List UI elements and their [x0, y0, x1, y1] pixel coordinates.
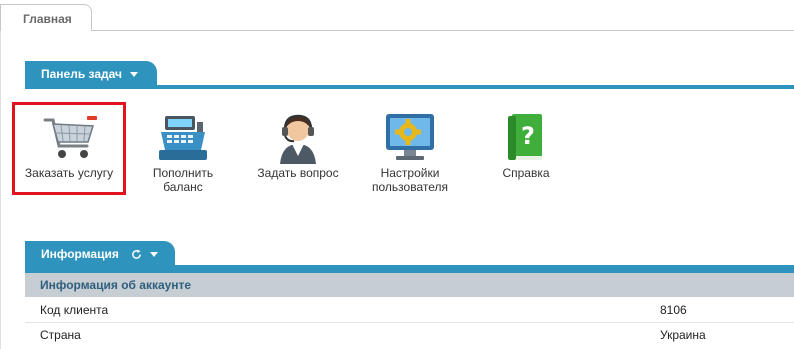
task-label: Настройки: [380, 166, 440, 180]
info-panel-title: Информация: [41, 247, 119, 261]
page-left-border: [0, 30, 1, 349]
table-row: Страна Украина: [25, 323, 794, 347]
row-value: 8106: [660, 303, 687, 317]
chevron-down-icon[interactable]: [149, 252, 158, 258]
task-panel-header[interactable]: Панель задач: [25, 61, 157, 87]
info-panel-rule: [25, 265, 794, 273]
row-key: Страна: [40, 328, 81, 342]
settings-monitor-icon: [386, 114, 434, 160]
row-key: Код клиента: [40, 303, 109, 317]
svg-text:?: ?: [521, 122, 535, 150]
task-panel-rule: [25, 85, 794, 89]
task-panel-title: Панель задач: [41, 67, 122, 81]
help-book-icon: ?: [508, 114, 542, 160]
row-value: Украина: [660, 328, 706, 342]
ask-question-button[interactable]: Задать вопрос: [250, 110, 346, 180]
tab-main[interactable]: Главная: [0, 4, 92, 31]
chevron-down-icon[interactable]: [130, 72, 138, 78]
tab-main-label: Главная: [23, 12, 72, 26]
help-button[interactable]: ? Справка: [486, 110, 566, 180]
top-up-balance-button[interactable]: Пополнить баланс: [140, 110, 226, 194]
task-label: Пополнить: [152, 166, 214, 180]
tab-bar-line: [91, 30, 794, 31]
refresh-icon[interactable]: [131, 249, 142, 260]
cash-register-icon: [159, 116, 207, 160]
task-label: баланс: [163, 180, 203, 194]
support-operator-icon: [280, 114, 316, 164]
task-label: Задать вопрос: [257, 166, 339, 180]
selection-highlight: [12, 102, 126, 195]
info-panel-header[interactable]: Информация: [25, 241, 175, 267]
task-label: Справка: [502, 166, 550, 180]
user-settings-button[interactable]: Настройки пользователя: [362, 110, 458, 194]
account-info-header: Информация об аккаунте: [25, 273, 794, 297]
table-row: Код клиента 8106: [25, 298, 794, 322]
task-label: пользователя: [372, 180, 448, 194]
